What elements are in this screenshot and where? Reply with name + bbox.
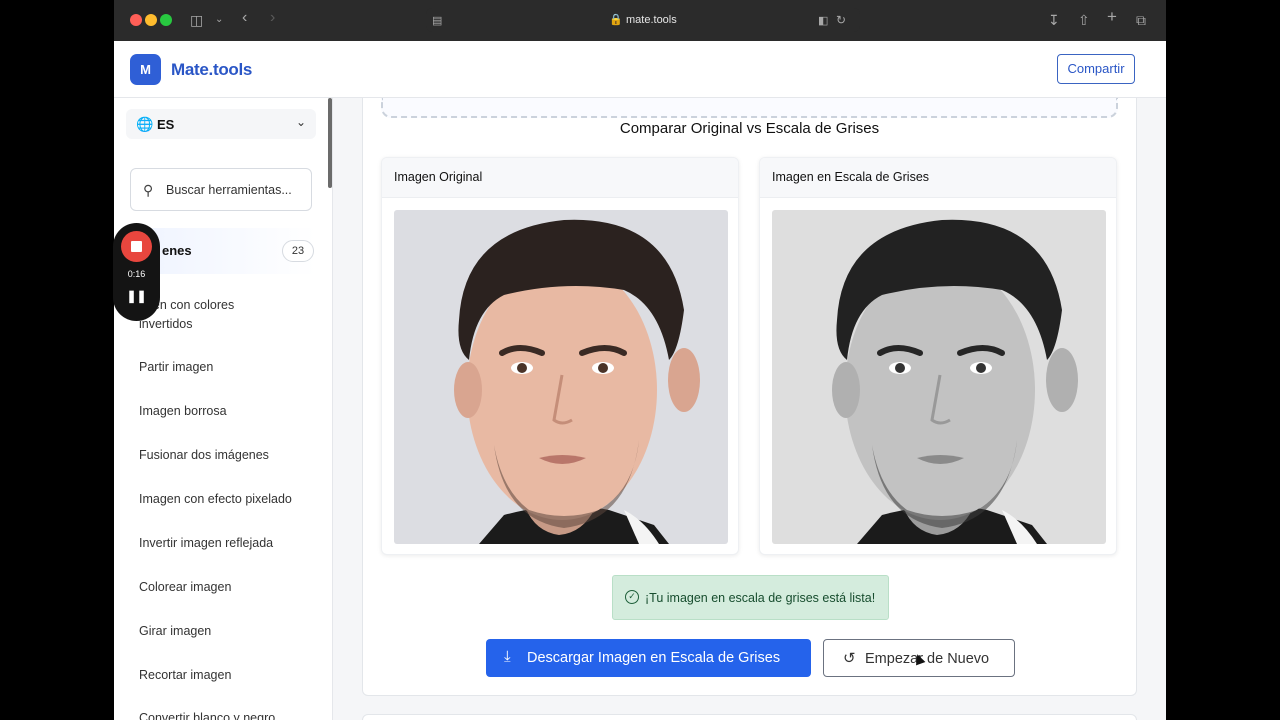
download-label: Descargar Imagen en Escala de Grises	[527, 650, 781, 666]
url-text: 🔒 mate.tools	[609, 14, 677, 26]
logo-badge[interactable]: M	[130, 54, 161, 85]
sidebar-item[interactable]: agen con colores invertidos	[139, 296, 279, 334]
app-header: M Mate.tools Compartir	[114, 41, 1166, 98]
sidebar-item[interactable]: Invertir imagen reflejada	[139, 534, 319, 553]
share-button[interactable]: Compartir	[1057, 54, 1135, 84]
sidebar-item[interactable]: Girar imagen	[139, 622, 319, 641]
download-icon: ⤓	[504, 648, 511, 665]
lock-icon: 🔒	[609, 14, 623, 26]
category-count-badge: 23	[282, 240, 314, 262]
search-placeholder: Buscar herramientas...	[166, 183, 292, 197]
main-content: Comparar Original vs Escala de Grises Im…	[333, 98, 1166, 720]
sidebar-item[interactable]: Partir imagen	[139, 358, 319, 377]
chevron-down-icon: ⌄	[295, 115, 306, 129]
restart-label: Empezar de Nuevo	[865, 651, 990, 667]
logo-text[interactable]: Mate.tools	[171, 60, 252, 80]
refresh-icon: ↺	[843, 650, 856, 667]
original-title: Imagen Original	[394, 170, 483, 184]
stop-icon	[131, 241, 142, 252]
maximize-window-button[interactable]	[160, 14, 172, 26]
sidebar-item[interactable]: Colorear imagen	[139, 578, 319, 597]
grayscale-panel: Imagen en Escala de Grises	[759, 157, 1117, 555]
translate-icon[interactable]: ◧	[818, 12, 828, 30]
language-selector[interactable]: 🌐 ES ⌄	[126, 109, 316, 139]
stop-recording-button[interactable]	[121, 231, 152, 262]
category-label: enes	[162, 243, 192, 258]
language-code: ES	[157, 117, 175, 132]
reload-icon[interactable]: ↻	[836, 11, 846, 29]
sidebar: 🌐 ES ⌄ ⚲ Buscar herramientas... enes 23 …	[114, 98, 333, 720]
chevron-down-icon[interactable]: ⌄	[215, 11, 223, 29]
sidebar-item[interactable]: Imagen borrosa	[139, 402, 319, 421]
start-over-button[interactable]: ↺ Empezar de Nuevo	[823, 639, 1015, 677]
recording-timer: 0:16	[127, 269, 146, 279]
new-tab-icon[interactable]: +	[1107, 8, 1117, 26]
grayscale-image	[772, 210, 1106, 544]
sidebar-scrollbar[interactable]	[328, 98, 332, 188]
success-message: ¡Tu imagen en escala de grises está list…	[645, 591, 876, 605]
search-icon: ⚲	[143, 182, 154, 198]
original-image	[394, 210, 728, 544]
compare-title: Comparar Original vs Escala de Grises	[619, 120, 880, 137]
download-icon[interactable]: ↧	[1048, 11, 1060, 29]
sidebar-item[interactable]: Imagen con efecto pixelado	[139, 490, 319, 509]
success-alert: ✓ ¡Tu imagen en escala de grises está li…	[612, 575, 889, 620]
close-window-button[interactable]	[130, 14, 142, 26]
upload-dropzone[interactable]	[381, 98, 1118, 118]
panel-header: Imagen en Escala de Grises	[760, 158, 1116, 198]
next-section-card	[362, 714, 1137, 720]
original-panel: Imagen Original	[381, 157, 739, 555]
check-circle-icon: ✓	[625, 590, 639, 604]
grayscale-title: Imagen en Escala de Grises	[772, 170, 930, 184]
globe-icon: 🌐	[136, 116, 154, 132]
sidebar-item[interactable]: Fusionar dos imágenes	[139, 446, 319, 465]
search-input[interactable]: ⚲ Buscar herramientas...	[130, 168, 312, 211]
forward-icon[interactable]: ›	[270, 9, 275, 27]
pause-recording-button[interactable]: ❚❚	[113, 289, 160, 303]
sidebar-toggle-icon[interactable]: ◫	[190, 11, 203, 29]
sidebar-item[interactable]: Recortar imagen	[139, 666, 319, 685]
browser-toolbar: ◫ ⌄ ‹ › ▤ 🔒 mate.tools ◧ ↻ ↧ ⇧ + ⧉	[114, 0, 1166, 41]
share-icon[interactable]: ⇧	[1078, 11, 1090, 29]
browser-window: ◫ ⌄ ‹ › ▤ 🔒 mate.tools ◧ ↻ ↧ ⇧ + ⧉ M Mat…	[114, 0, 1166, 720]
panel-header: Imagen Original	[382, 158, 738, 198]
screen-recorder-widget: 0:16 ❚❚	[113, 223, 160, 321]
tool-card: Comparar Original vs Escala de Grises Im…	[362, 98, 1137, 696]
download-grayscale-button[interactable]: ⤓ Descargar Imagen en Escala de Grises	[486, 639, 811, 677]
minimize-window-button[interactable]	[145, 14, 157, 26]
back-icon[interactable]: ‹	[242, 9, 247, 27]
tab-overview-icon[interactable]: ⧉	[1136, 11, 1146, 29]
address-bar[interactable]: ▤ 🔒 mate.tools ◧ ↻	[426, 8, 860, 32]
sidebar-item[interactable]: Convertir blanco y negro	[139, 709, 319, 720]
